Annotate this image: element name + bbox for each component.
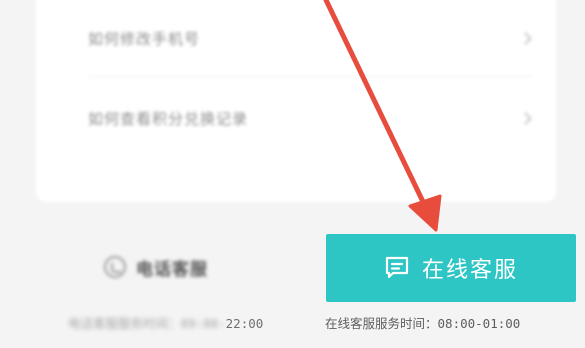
row-divider <box>88 76 532 77</box>
customer-service-screen: 如何修改手机号 如何查看积分兑换记录 电话客服 在线客服 电话客服服务时间：09… <box>0 0 585 348</box>
phone-icon <box>104 256 126 278</box>
phone-service-button[interactable]: 电话客服 <box>104 252 208 282</box>
faq-row[interactable]: 如何查看积分兑换记录 <box>36 80 556 156</box>
online-service-button[interactable]: 在线客服 <box>326 234 576 302</box>
faq-row[interactable]: 如何修改手机号 <box>36 0 556 76</box>
faq-card: 如何修改手机号 如何查看积分兑换记录 <box>36 0 556 202</box>
service-hours-footer: 电话客服服务时间：09:00-22:00 在线客服服务时间：08:00-01:0… <box>0 304 585 338</box>
faq-row-label: 如何查看积分兑换记录 <box>88 109 249 128</box>
phone-service-hours: 电话客服服务时间：09:00-22:00 <box>68 313 263 332</box>
phone-hours-end: 22:00 <box>225 316 264 331</box>
chevron-right-icon <box>519 111 532 125</box>
chevron-right-icon <box>519 31 532 45</box>
phone-service-label: 电话客服 <box>136 259 208 280</box>
online-service-hours: 在线客服服务时间：08:00-01:00 <box>325 313 520 332</box>
chat-bubble-icon <box>385 256 409 279</box>
online-service-label: 在线客服 <box>421 258 518 283</box>
online-hours-label: 在线客服服务时间： <box>325 316 438 331</box>
phone-hours-prefix: 电话客服服务时间：09:00- <box>68 316 226 331</box>
online-hours-value: 08:00-01:00 <box>437 316 521 331</box>
faq-row-label: 如何修改手机号 <box>88 29 201 48</box>
